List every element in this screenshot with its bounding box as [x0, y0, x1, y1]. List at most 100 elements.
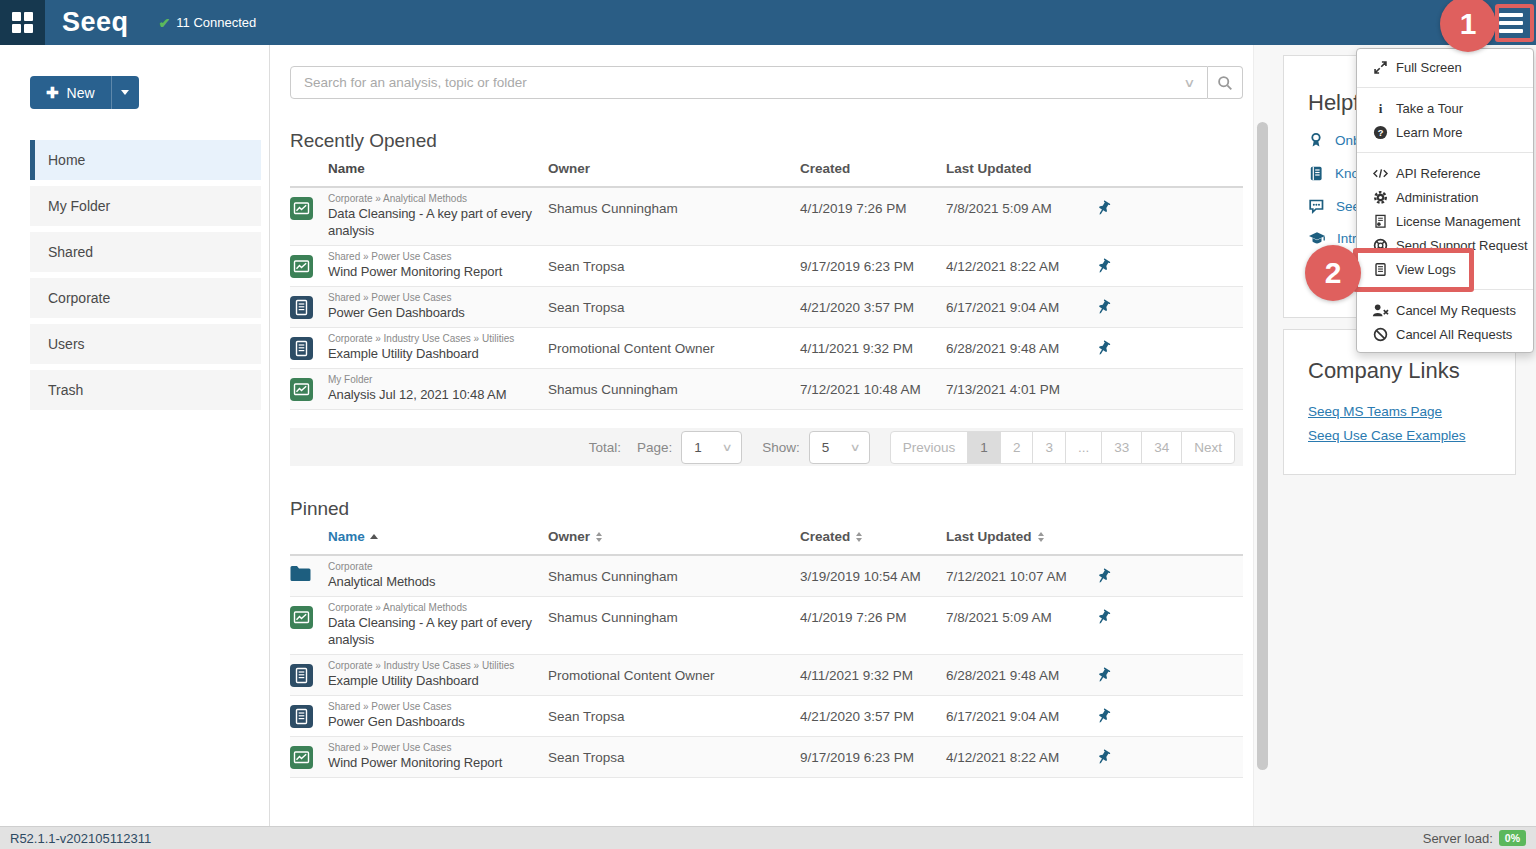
item-name[interactable]: Analytical Methods — [328, 573, 544, 596]
item-updated: 4/12/2021 8:22 AM — [946, 246, 1095, 286]
pin-icon[interactable] — [1095, 343, 1112, 360]
column-owner-sort[interactable]: Owner — [548, 529, 800, 544]
pin-icon[interactable] — [1095, 612, 1112, 629]
connection-status[interactable]: ✔11 Connected — [159, 15, 257, 31]
item-path: Corporate » Industry Use Cases » Utiliti… — [328, 659, 544, 672]
item-updated: 4/12/2021 8:22 AM — [946, 737, 1095, 777]
company-link[interactable]: Seeq MS Teams Page — [1308, 404, 1515, 419]
item-created: 4/21/2020 3:57 PM — [800, 696, 946, 736]
pin-icon[interactable] — [1095, 203, 1112, 220]
search-button[interactable] — [1208, 66, 1243, 99]
column-last-updated-sort[interactable]: Last Updated — [946, 529, 1095, 544]
topic-icon — [290, 705, 328, 728]
table-row[interactable]: Shared » Power Use CasesWind Power Monit… — [290, 246, 1243, 287]
table-row[interactable]: Corporate » Industry Use Cases » Utiliti… — [290, 655, 1243, 696]
page-button-...[interactable]: ... — [1065, 431, 1102, 464]
recently-opened-table: Corporate » Analytical MethodsData Clean… — [290, 188, 1243, 410]
item-owner: Sean Tropsa — [548, 246, 800, 286]
left-sidebar: ✚New Home My Folder Shared Corporate Users Tr… — [0, 45, 270, 826]
sidebar-item-corporate[interactable]: Corporate — [30, 278, 261, 318]
menu-item-administration[interactable]: Administration — [1357, 185, 1533, 209]
table-row[interactable]: Corporate » Analytical MethodsData Clean… — [290, 597, 1243, 655]
new-button[interactable]: ✚New — [30, 76, 139, 109]
table-row[interactable]: CorporateAnalytical Methods Shamus Cunni… — [290, 556, 1243, 597]
table-row[interactable]: Corporate » Analytical MethodsData Clean… — [290, 188, 1243, 246]
item-name[interactable]: Wind Power Monitoring Report — [328, 754, 544, 777]
show-select[interactable]: 5∨ — [809, 431, 870, 464]
menu-item-take-a-tour[interactable]: iTake a Tour — [1357, 96, 1533, 120]
sidebar-item-home[interactable]: Home — [30, 140, 261, 180]
search-icon — [1217, 75, 1233, 91]
item-created: 4/21/2020 3:57 PM — [800, 287, 946, 327]
table-row[interactable]: Shared » Power Use CasesWind Power Monit… — [290, 737, 1243, 778]
new-dropdown-toggle[interactable] — [111, 76, 139, 109]
pin-icon[interactable] — [1095, 752, 1112, 769]
item-path: Corporate » Industry Use Cases » Utiliti… — [328, 332, 544, 345]
table-row[interactable]: Shared » Power Use CasesPower Gen Dashbo… — [290, 287, 1243, 328]
item-name[interactable]: Example Utility Dashboard — [328, 345, 544, 368]
table-row[interactable]: Corporate » Industry Use Cases » Utiliti… — [290, 328, 1243, 369]
table-row[interactable]: My FolderAnalysis Jul 12, 2021 10:48 AM … — [290, 369, 1243, 410]
sidebar-item-my-folder[interactable]: My Folder — [30, 186, 261, 226]
check-icon: ✔ — [159, 15, 171, 31]
chat-icon — [1308, 198, 1325, 214]
item-path: Corporate — [328, 560, 544, 573]
pin-icon[interactable] — [1095, 670, 1112, 687]
menu-item-cancel-all-requests[interactable]: Cancel All Requests — [1357, 322, 1533, 346]
search-input[interactable]: Search for an analysis, topic or folder∨ — [290, 66, 1208, 99]
page-button-next[interactable]: Next — [1181, 431, 1235, 464]
item-name[interactable]: Example Utility Dashboard — [328, 672, 544, 695]
scrollbar-thumb[interactable] — [1257, 122, 1268, 770]
sort-icon — [856, 532, 862, 542]
page-select[interactable]: 1∨ — [681, 431, 742, 464]
page-button-3[interactable]: 3 — [1032, 431, 1066, 464]
pin-icon[interactable] — [1095, 711, 1112, 728]
item-name[interactable]: Analysis Jul 12, 2021 10:48 AM — [328, 386, 544, 409]
pin-icon[interactable] — [1095, 571, 1112, 588]
seeq-logo[interactable]: Seeq — [62, 0, 129, 45]
company-link[interactable]: Seeq Use Case Examples — [1308, 428, 1515, 443]
column-name-sort[interactable]: Name — [328, 529, 548, 544]
info-icon: i — [1373, 101, 1388, 116]
total-label: Total: — [589, 440, 621, 455]
pin-icon[interactable] — [1095, 261, 1112, 278]
item-name[interactable]: Power Gen Dashboards — [328, 713, 544, 736]
search-dropdown-chevron-icon[interactable]: ∨ — [1183, 76, 1195, 90]
column-created: Created — [800, 161, 946, 176]
item-owner: Shamus Cunningham — [548, 369, 800, 409]
menu-item-full-screen[interactable]: Full Screen — [1357, 55, 1533, 79]
page-button-33[interactable]: 33 — [1101, 431, 1142, 464]
item-name[interactable]: Wind Power Monitoring Report — [328, 263, 544, 286]
pager: Previous123...3334Next — [890, 431, 1235, 464]
recently-opened-title: Recently Opened — [290, 130, 1243, 152]
menu-item-license-management[interactable]: License Management — [1357, 209, 1533, 233]
column-created-sort[interactable]: Created — [800, 529, 946, 544]
sidebar-item-users[interactable]: Users — [30, 324, 261, 364]
item-name[interactable]: Power Gen Dashboards — [328, 304, 544, 327]
item-name[interactable]: Data Cleansing - A key part of every ana… — [328, 205, 544, 245]
pin-icon[interactable] — [1095, 302, 1112, 319]
page-button-34[interactable]: 34 — [1141, 431, 1182, 464]
table-row[interactable]: Shared » Power Use CasesPower Gen Dashbo… — [290, 696, 1243, 737]
page-label: Page: — [637, 440, 672, 455]
item-owner: Promotional Content Owner — [548, 655, 800, 695]
page-button-previous[interactable]: Previous — [890, 431, 969, 464]
menu-item-api-reference[interactable]: API Reference — [1357, 161, 1533, 185]
page-button-2[interactable]: 2 — [1000, 431, 1034, 464]
item-updated: 6/28/2021 9:48 AM — [946, 328, 1095, 368]
pinned-header: Name Owner Created Last Updated — [290, 520, 1243, 556]
item-owner: Sean Tropsa — [548, 287, 800, 327]
sidebar-item-trash[interactable]: Trash — [30, 370, 261, 410]
app-grid-button[interactable] — [0, 0, 45, 45]
page-button-1[interactable]: 1 — [967, 431, 1001, 464]
menu-item-cancel-my-requests[interactable]: Cancel My Requests — [1357, 298, 1533, 322]
column-last-updated: Last Updated — [946, 161, 1095, 176]
sidebar-item-shared[interactable]: Shared — [30, 232, 261, 272]
item-path: Corporate » Analytical Methods — [328, 601, 544, 614]
annotation-view-logs-highlight — [1353, 248, 1474, 292]
menu-item-learn-more[interactable]: ?Learn More — [1357, 120, 1533, 144]
item-name[interactable]: Data Cleansing - A key part of every ana… — [328, 614, 544, 654]
book-icon — [1308, 165, 1324, 182]
item-path: Corporate » Analytical Methods — [328, 192, 544, 205]
column-name: Name — [328, 161, 548, 176]
